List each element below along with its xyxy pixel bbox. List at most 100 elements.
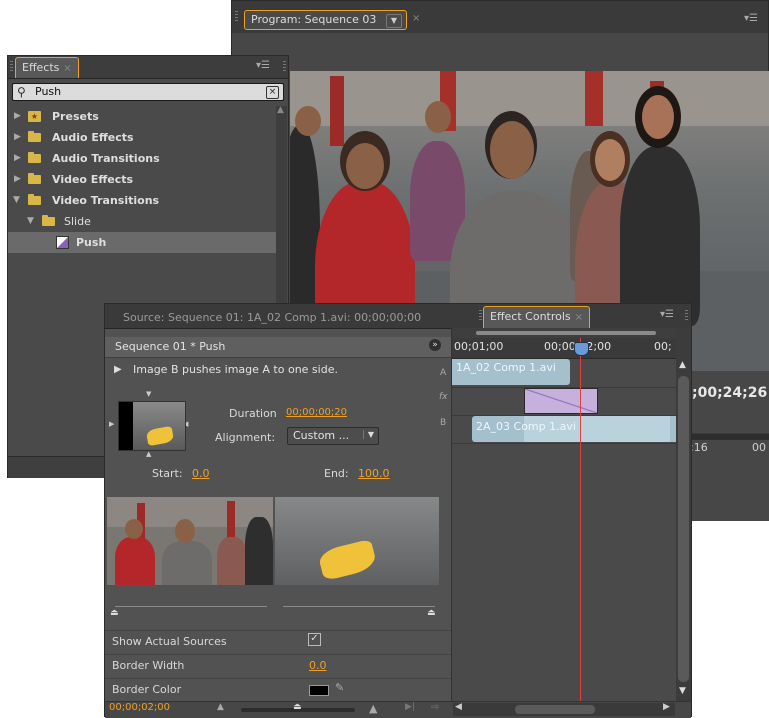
tab-effects-label: Effects [22,61,60,74]
tab-source[interactable]: Source: Sequence 01: 1A_02 Comp 1.avi: 0… [115,307,429,328]
edge-selector-icon[interactable]: ▶ [109,420,114,428]
scroll-thumb[interactable] [678,376,689,682]
scroll-left-icon[interactable]: ◀ [455,702,462,712]
playhead-handle[interactable] [574,342,589,356]
border-width-value[interactable]: 0.0 [309,659,327,672]
tree-item-slide[interactable]: ▼ Slide [8,211,276,232]
border-color-label: Border Color [112,683,182,696]
close-icon[interactable]: × [575,312,583,323]
play-preview-icon[interactable]: ▶ [114,364,122,375]
clip-a-label: 1A_02 Comp 1.avi [456,361,556,374]
expand-arrow-icon[interactable]: ▶ [14,169,21,190]
tab-effect-controls[interactable]: Effect Controls × [483,306,591,328]
show-actual-sources-checkbox[interactable]: ✓ [308,633,321,646]
edge-selector-icon[interactable]: ▲ [146,450,151,458]
start-label: Start: [152,467,183,480]
panel-menu-icon[interactable]: ▾☰ [256,60,270,71]
end-slider-handle[interactable]: ⏏ [427,608,436,618]
chevron-down-icon[interactable]: ▼ [362,430,374,439]
zoom-out-icon[interactable]: ▲ [217,702,224,712]
close-icon[interactable]: × [63,63,71,74]
timeline-hscrollbar[interactable]: ◀ ▶ [453,702,675,716]
ripple-icon[interactable]: ▶| [405,702,415,712]
folder-icon [28,173,41,184]
end-slider-track[interactable] [283,606,435,607]
close-icon[interactable]: × [412,13,420,24]
scroll-right-icon[interactable]: ▶ [663,702,670,712]
alignment-select[interactable]: Custom ... ▼ [287,427,379,445]
show-actual-sources-label: Show Actual Sources [112,635,227,648]
playhead-line[interactable] [580,338,581,701]
ruler-label: 00 [752,441,766,454]
folder-icon [28,194,41,205]
transition-thumbnail[interactable] [118,401,186,451]
ruler-label: ;16 [690,441,708,454]
transition-bar[interactable] [524,388,598,414]
search-field[interactable]: ⚲ Push × [12,83,284,101]
panel-menu-icon[interactable]: ▾☰ [660,309,674,320]
start-slider-handle[interactable]: ⏏ [110,608,119,618]
scroll-up-icon[interactable]: ▲ [679,360,686,370]
tab-program[interactable]: Program: Sequence 03 ▼ [244,10,408,30]
timeline-range-bar[interactable] [452,328,676,338]
panel-menu-icon[interactable]: ▾☰ [744,13,758,24]
tab-effects[interactable]: Effects × [15,57,79,78]
export-icon[interactable]: ⇨ [431,702,439,713]
tree-item-label: Push [76,236,107,249]
sequence-header: Sequence 01 * Push » [105,337,451,358]
start-value[interactable]: 0.0 [192,467,210,480]
panel-grip[interactable] [235,11,238,22]
tree-item-push[interactable]: Push [8,232,276,253]
preview-image-a [107,497,273,585]
program-ruler[interactable] [686,433,769,440]
tree-item-presets[interactable]: ▶ ★ Presets [8,106,276,127]
panel-grip[interactable] [685,310,688,321]
collapse-arrow-icon[interactable]: ▼ [13,190,20,211]
tree-item-audio-transitions[interactable]: ▶ Audio Transitions [8,148,276,169]
tree-item-label: Slide [64,215,91,228]
scroll-down-icon[interactable]: ▼ [679,686,686,696]
track-divider [452,443,676,444]
start-slider-track[interactable] [115,606,267,607]
presets-folder-icon: ★ [28,111,41,122]
timeline-vscrollbar[interactable]: ▲ ▼ [676,328,691,701]
tab-program-label: Program: Sequence 03 [251,13,377,26]
program-tabbar: Program: Sequence 03 ▼ × ▾☰ [232,1,768,34]
search-input[interactable]: Push [35,84,61,100]
zoom-slider-handle[interactable]: ⏏ [293,702,302,712]
eyedropper-icon[interactable]: ✎ [335,681,344,694]
expand-arrow-icon[interactable]: ▶ [14,127,21,148]
tree-item-video-transitions[interactable]: ▼ Video Transitions [8,190,276,211]
end-value[interactable]: 100.0 [358,467,390,480]
clip-a-bar[interactable]: 1A_02 Comp 1.avi [452,359,570,385]
tree-item-audio-effects[interactable]: ▶ Audio Effects [8,127,276,148]
collapse-arrow-icon[interactable]: ▼ [27,211,34,232]
expand-arrow-icon[interactable]: ▶ [14,148,21,169]
show-hide-timeline-icon[interactable]: » [429,339,441,351]
expand-arrow-icon[interactable]: ▶ [14,106,21,127]
current-time[interactable]: 00;00;02;00 [109,702,170,713]
effects-tabbar: Effects × ▾☰ [8,56,288,79]
background-wall [290,71,769,126]
clear-search-icon[interactable]: × [266,86,279,99]
timeline-ruler[interactable]: 00;01;00 00;00;02;00 00; [452,338,676,359]
person-head [295,106,321,136]
range-bar-thumb[interactable] [476,331,656,335]
panel-grip[interactable] [10,61,13,72]
scroll-up-icon[interactable]: ▲ [277,105,284,115]
panel-grip[interactable] [283,61,286,72]
panel-grip[interactable] [479,310,482,321]
thumbnail-yellow-object [145,425,175,447]
tab-effect-controls-label: Effect Controls [490,310,571,323]
duration-value[interactable]: 00;00;00;20 [286,407,347,418]
border-color-swatch[interactable] [309,685,329,696]
edge-selector-icon[interactable]: ▼ [146,390,151,398]
effect-controls-tabbar: Source: Sequence 01: 1A_02 Comp 1.avi: 0… [105,304,691,329]
scroll-thumb[interactable] [515,705,595,714]
tab-dropdown-icon[interactable]: ▼ [385,14,403,28]
zoom-in-icon[interactable]: ▲ [369,702,377,715]
tree-item-label: Audio Transitions [52,152,160,165]
tree-item-video-effects[interactable]: ▶ Video Effects [8,169,276,190]
tab-source-label: Source: Sequence 01: 1A_02 Comp 1.avi: 0… [123,311,422,324]
clip-b-bar[interactable]: 2A_03 Comp 1.avi [472,416,676,442]
